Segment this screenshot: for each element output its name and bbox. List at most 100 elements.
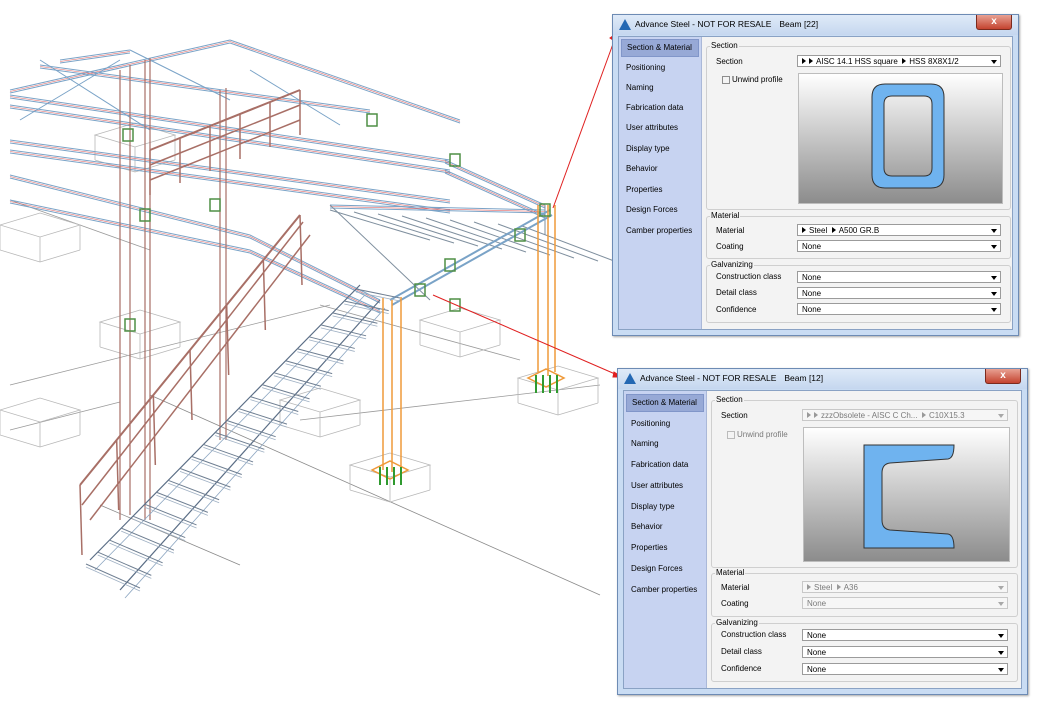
footing (0, 212, 82, 238)
material-label: Material (716, 226, 745, 235)
steel-beam (249, 249, 381, 311)
breadcrumb-arrow-icon (831, 227, 836, 233)
stair-step (273, 372, 322, 387)
stair-step (121, 530, 175, 554)
material-family: Steel (809, 226, 828, 235)
nav-section-material[interactable]: Section & Material (621, 39, 699, 57)
material-grade: A500 GR.B (838, 226, 880, 235)
nav-fabrication-data[interactable]: Fabrication data (621, 99, 699, 117)
footing-edge (459, 344, 501, 358)
section-family: zzzObsolete - AISC C Ch... (821, 411, 918, 420)
construction-class-label: Construction class (721, 630, 787, 639)
nav-camber-properties[interactable]: Camber properties (626, 581, 704, 599)
stair-step (285, 360, 333, 375)
beam-centerline (249, 251, 381, 312)
construction-class-select[interactable]: None (802, 629, 1008, 641)
section-select[interactable]: zzzObsolete - AISC C Ch... C10X15.3 (802, 409, 1008, 421)
stair-step (261, 387, 310, 403)
coating-label: Coating (721, 599, 749, 608)
material-select[interactable]: Steel A36 (802, 581, 1008, 593)
chevron-down-icon (998, 586, 1004, 590)
title-bar[interactable]: Advance Steel - NOT FOR RESALE Beam [12] … (618, 369, 1027, 389)
dialog-object: Beam [22] (779, 19, 819, 29)
breadcrumb-arrow-icon (802, 227, 806, 233)
coating-select[interactable]: None (797, 240, 1001, 252)
stair-step (226, 423, 276, 441)
handrail (149, 89, 301, 151)
c-channel-profile-icon (863, 444, 955, 549)
confidence-select[interactable]: None (797, 303, 1001, 315)
stair-step (273, 375, 321, 390)
stair-step (203, 443, 254, 463)
nav-naming[interactable]: Naming (621, 79, 699, 97)
title-bar[interactable]: Advance Steel - NOT FOR RESALE Beam [22] … (613, 15, 1018, 35)
detail-class-value: None (807, 648, 827, 657)
steel-beam (9, 97, 451, 164)
nav-display-type[interactable]: Display type (626, 498, 704, 516)
nav-behavior[interactable]: Behavior (621, 160, 699, 178)
beam-centerline (249, 236, 381, 302)
stair-step (308, 339, 355, 352)
footing (0, 397, 82, 423)
unwind-profile-checkbox[interactable] (727, 431, 735, 439)
galvanizing-group-title: Galvanizing (710, 260, 754, 269)
footing-edge (349, 489, 391, 503)
nav-display-type[interactable]: Display type (621, 140, 699, 158)
properties-dialog-beam-12: Advance Steel - NOT FOR RESALE Beam [12] … (617, 368, 1028, 695)
nav-user-attributes[interactable]: User attributes (621, 119, 699, 137)
chevron-down-icon (998, 668, 1004, 672)
handrail (81, 221, 304, 506)
grid-line (299, 384, 601, 421)
orange-columns (370, 205, 566, 485)
unwind-profile-checkbox[interactable] (722, 76, 730, 84)
coating-label: Coating (716, 242, 744, 251)
construction-class-label: Construction class (716, 272, 782, 281)
advance-steel-icon (624, 373, 636, 384)
nav-section-material[interactable]: Section & Material (626, 394, 704, 412)
detail-class-label: Detail class (716, 288, 757, 297)
platform-beam (391, 214, 553, 306)
stair-step (144, 506, 197, 529)
coating-select[interactable]: None (802, 597, 1008, 609)
detail-class-select[interactable]: None (797, 287, 1001, 299)
material-select[interactable]: Steel A500 GR.B (797, 224, 1001, 236)
close-button[interactable]: x (985, 369, 1021, 384)
detail-class-value: None (802, 289, 822, 298)
detail-class-select[interactable]: None (802, 646, 1008, 658)
footing-edge (517, 402, 559, 416)
breadcrumb-arrow-icon (814, 412, 818, 418)
nav-properties[interactable]: Properties (626, 539, 704, 557)
nav-positioning[interactable]: Positioning (621, 59, 699, 77)
stair-step (132, 518, 186, 541)
nav-positioning[interactable]: Positioning (626, 415, 704, 433)
nav-naming[interactable]: Naming (626, 435, 704, 453)
confidence-select[interactable]: None (802, 663, 1008, 675)
construction-class-value: None (807, 631, 827, 640)
handrail-post (189, 349, 193, 421)
stair-step (97, 554, 152, 579)
breadcrumb-arrow-icon (921, 412, 926, 418)
stair-step (297, 348, 344, 362)
handrail (89, 234, 311, 521)
section-select[interactable]: AISC 14.1 HSS square HSS 8X8X1/2 (797, 55, 1001, 67)
nav-properties[interactable]: Properties (621, 181, 699, 199)
footing-edge (39, 249, 81, 263)
hss-square-profile-icon (871, 83, 945, 189)
nav-fabrication-data[interactable]: Fabrication data (626, 456, 704, 474)
coating-value: None (807, 599, 827, 608)
stair-step (250, 399, 299, 415)
detail-class-label: Detail class (721, 647, 762, 656)
chevron-down-icon (991, 60, 997, 64)
chevron-down-icon (998, 414, 1004, 418)
nav-design-forces[interactable]: Design Forces (621, 201, 699, 219)
nav-behavior[interactable]: Behavior (626, 518, 704, 536)
stair-step (308, 336, 355, 349)
nav-user-attributes[interactable]: User attributes (626, 477, 704, 495)
construction-class-select[interactable]: None (797, 271, 1001, 283)
nav-design-forces[interactable]: Design Forces (626, 560, 704, 578)
close-button[interactable]: x (976, 15, 1012, 30)
steel-beam (229, 42, 461, 124)
close-icon: x (1000, 370, 1006, 381)
nav-camber-properties[interactable]: Camber properties (621, 222, 699, 240)
handrails (79, 89, 311, 556)
